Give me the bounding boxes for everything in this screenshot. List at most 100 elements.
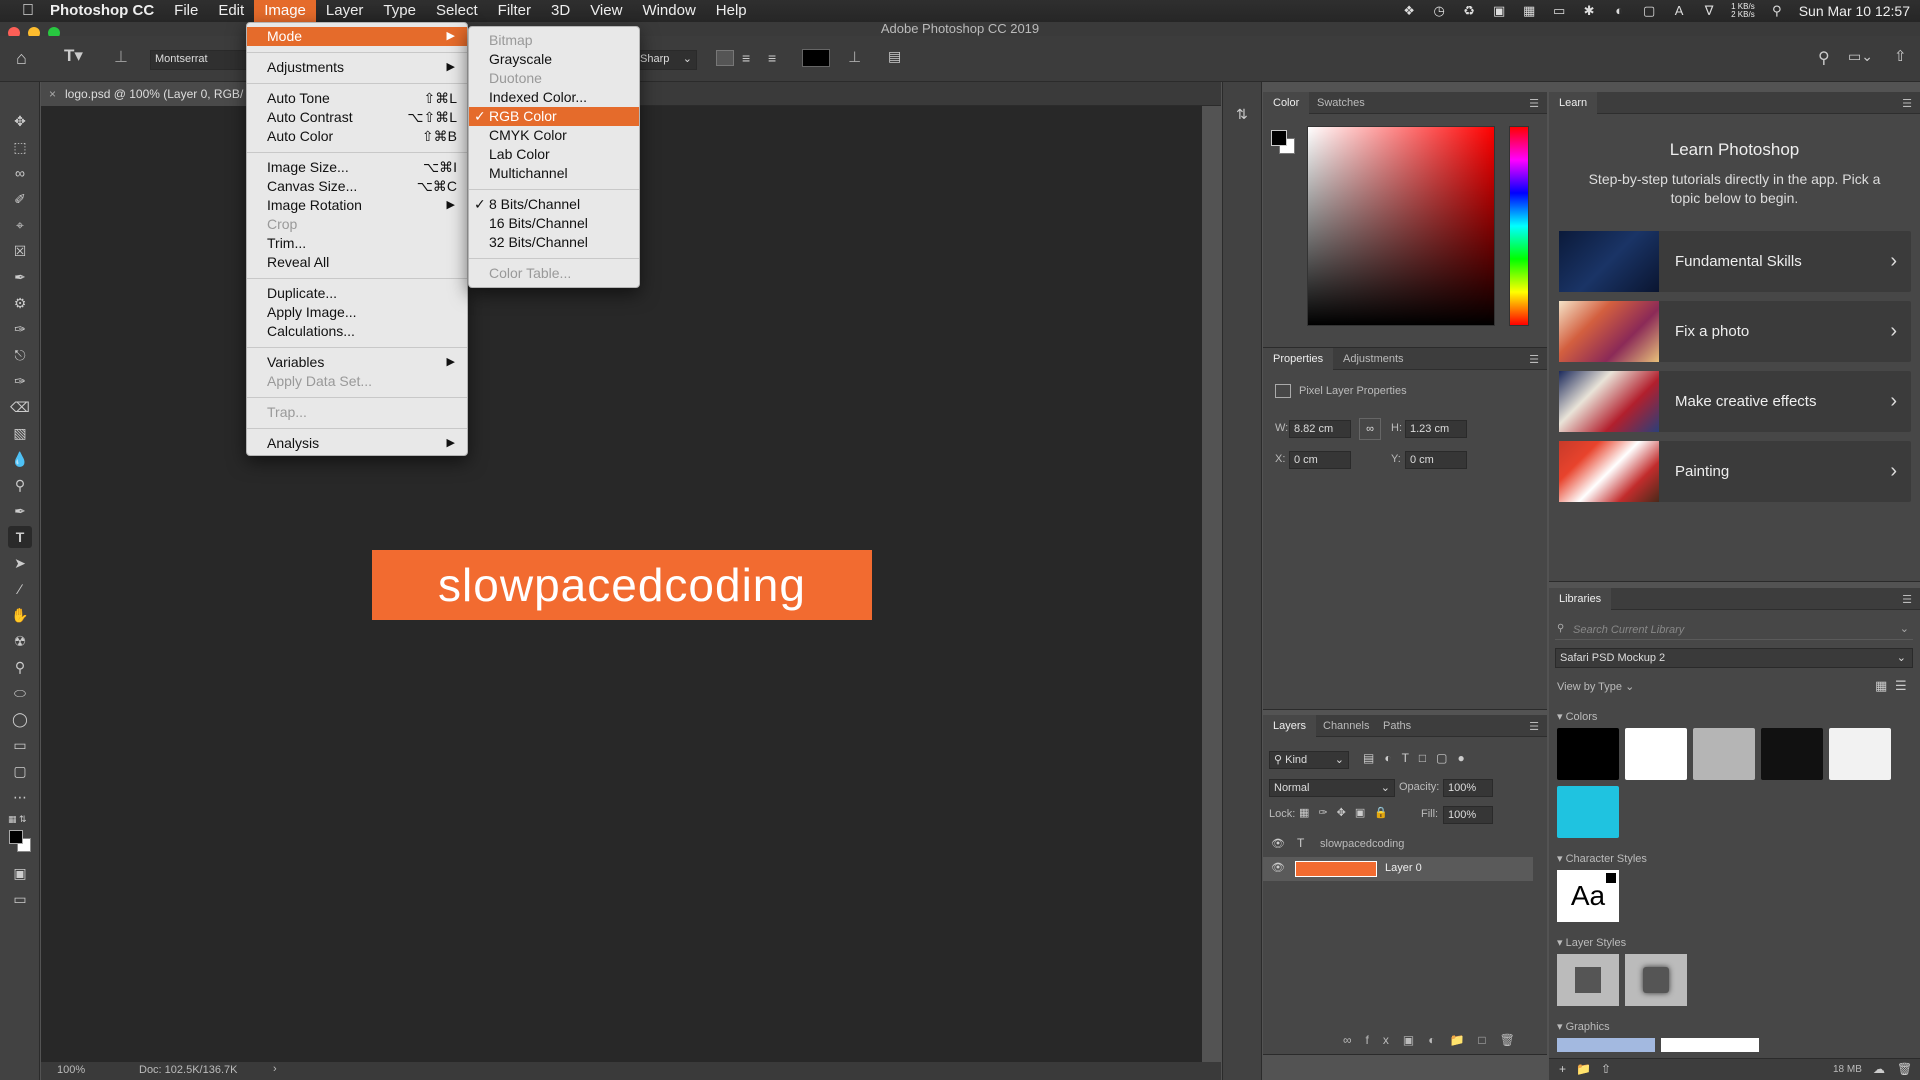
more-tools-icon[interactable]: ⋯ [8,786,32,808]
type-tool-icon[interactable]: T [8,526,32,548]
panel-menu-icon[interactable]: ☰ [1529,97,1539,110]
zoom-level[interactable]: 100% [57,1064,85,1076]
layer-filter-select[interactable]: ⚲ Kind ⌄ [1269,751,1349,769]
menu-item-analysis[interactable]: Analysis ▶ [247,434,467,453]
menu-item-duplicate[interactable]: Duplicate... [247,284,467,303]
library-color-swatch[interactable] [1829,728,1891,780]
list-view-icon[interactable]: ☰ [1895,678,1907,694]
tab-layers[interactable]: Layers [1263,715,1317,737]
menu-app[interactable]: Photoshop CC [40,0,164,22]
tab-channels[interactable]: Channels [1313,715,1379,737]
library-actions[interactable]: +📁⇧ [1559,1062,1621,1076]
align-right-icon[interactable]: ≡ [768,50,776,66]
menu-item-canvas-size[interactable]: Canvas Size... ⌥⌘C [247,177,467,196]
marquee-tool-icon[interactable]: ⬚ [8,136,32,158]
menu-edit[interactable]: Edit [208,0,254,22]
frame-tool-icon[interactable]: ☒ [8,240,32,262]
foreground-color-swatch[interactable] [9,830,23,844]
eraser-tool-icon[interactable]: ⌫ [8,396,32,418]
menu-type[interactable]: Type [373,0,426,22]
brush-tool-icon[interactable]: ✑ [8,318,32,340]
menu-item-trim[interactable]: Trim... [247,234,467,253]
blur-tool-icon[interactable]: 💧 [8,448,32,470]
library-color-swatch[interactable] [1625,728,1687,780]
y-field[interactable]: 0 cm [1405,451,1467,469]
learn-item-fix-a-photo[interactable]: Fix a photo › [1559,301,1911,362]
panel-menu-icon[interactable]: ☰ [1902,593,1912,606]
menu-image[interactable]: Image [254,0,316,22]
antialias-select[interactable]: Sharp ⌄ [635,50,697,70]
menu-item-calculations[interactable]: Calculations... [247,322,467,341]
library-search[interactable]: ⚲ Search Current Library ⌄ [1555,620,1913,640]
layer-actions-bar[interactable]: ∞fx▣◐📁□🗑 [1343,1033,1529,1047]
default-colors-icon[interactable]: ▦ ⇅ [8,814,27,825]
library-color-swatch[interactable] [1557,728,1619,780]
height-field[interactable]: 1.23 cm [1405,420,1467,438]
apple-icon[interactable]:  [16,2,40,20]
lock-icons[interactable]: ▦✑✥▣🔒 [1299,806,1397,819]
tab-libraries[interactable]: Libraries [1549,588,1612,610]
visibility-eye-icon[interactable]: 👁 [1271,861,1285,874]
dodge-tool-icon[interactable]: ⚲ [8,474,32,496]
menu-layer[interactable]: Layer [316,0,374,22]
menu-item-reveal-all[interactable]: Reveal All [247,253,467,272]
warp-text-icon[interactable]: ⊥ [848,48,861,66]
menu-select[interactable]: Select [426,0,488,22]
tab-color[interactable]: Color [1263,92,1310,114]
library-color-swatch[interactable] [1761,728,1823,780]
opacity-field[interactable]: 100% [1443,779,1493,797]
menu-item-rgb-color[interactable]: ✓ RGB Color [469,107,639,126]
battery-icon[interactable]: ∇ [1701,4,1717,18]
menu-item-cmyk-color[interactable]: CMYK Color [469,126,639,145]
status-more-icon[interactable]: › [273,1063,277,1075]
menu-3d[interactable]: 3D [541,0,580,22]
halfmoon-icon[interactable]: ◐ [1611,4,1627,18]
menu-item-8-bits-channel[interactable]: ✓ 8 Bits/Channel [469,195,639,214]
layer-row[interactable]: 👁 T slowpacedcoding [1263,833,1533,857]
search-icon[interactable]: ⚲ [1818,48,1830,68]
rectangle-tool-icon[interactable]: ▭ [8,734,32,756]
ellipse-tool-icon[interactable]: ⬭ [8,682,32,704]
character-style-tile[interactable]: Aa [1557,870,1619,922]
section-layer-styles[interactable]: ▾ Layer Styles [1557,936,1626,949]
menu-filter[interactable]: Filter [488,0,541,22]
library-color-swatch[interactable] [1693,728,1755,780]
quick-mask-icon[interactable]: ▣ [8,862,32,884]
input-source-icon[interactable]: A [1671,4,1687,18]
panel-menu-icon[interactable]: ☰ [1529,720,1539,733]
learn-item-fundamental-skills[interactable]: Fundamental Skills › [1559,231,1911,292]
crop-tool-icon[interactable]: ⌖ [8,214,32,236]
drive-icon[interactable]: ▣ [1491,4,1507,18]
grid-view-icon[interactable]: ▦ [1875,678,1887,694]
width-field[interactable]: 8.82 cm [1289,420,1351,438]
history-brush-tool-icon[interactable]: ✑ [8,370,32,392]
logo-layer[interactable]: slowpacedcoding [372,550,872,620]
clock[interactable]: Sun Mar 10 12:57 [1799,3,1910,19]
doc-size[interactable]: Doc: 102.5K/136.7K [139,1064,237,1076]
pen-tool-icon[interactable]: ✒ [8,500,32,522]
bluetooth-icon[interactable]: ✱ [1581,4,1597,18]
rounded-rectangle-tool-icon[interactable]: ▢ [8,760,32,782]
panel-menu-icon[interactable]: ☰ [1902,97,1912,110]
link-dimensions-icon[interactable]: ∞ [1359,418,1381,440]
menu-file[interactable]: File [164,0,208,22]
screen-mode-icon[interactable]: ▭ [8,888,32,910]
tab-learn[interactable]: Learn [1549,92,1598,114]
line-tool-icon[interactable]: ∕ [8,578,32,600]
menu-item-image-size[interactable]: Image Size... ⌥⌘I [247,158,467,177]
hand-tool-icon[interactable]: ✋ [8,604,32,626]
learn-item-creative-effects[interactable]: Make creative effects › [1559,371,1911,432]
menu-item-apply-image[interactable]: Apply Image... [247,303,467,322]
alfred-icon[interactable]: ♻ [1461,4,1477,18]
menu-item-variables[interactable]: Variables ▶ [247,353,467,372]
font-family-field[interactable]: Montserrat [150,50,250,70]
library-color-swatch[interactable] [1557,786,1619,838]
gradient-tool-icon[interactable]: ▧ [8,422,32,444]
type-tool-preset-icon[interactable]: T▾ [64,46,83,66]
move-tool-icon[interactable]: ✥ [8,110,32,132]
character-panel-icon[interactable]: ▤ [888,48,901,65]
menu-window[interactable]: Window [632,0,705,22]
menu-item-lab-color[interactable]: Lab Color [469,145,639,164]
menu-item-mode[interactable]: Mode ▶ [247,27,467,46]
learn-item-painting[interactable]: Painting › [1559,441,1911,502]
